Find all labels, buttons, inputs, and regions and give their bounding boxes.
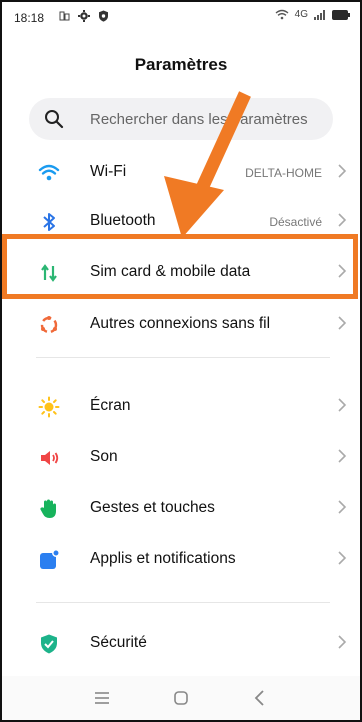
settings-item-label: Applis et notifications (90, 550, 236, 567)
section-divider (36, 357, 330, 358)
settings-item-label: Sécurité (90, 634, 147, 651)
settings-item-label: Son (90, 448, 118, 465)
annotation-arrow (164, 91, 251, 238)
settings-screen: 18:18 4G Paramètres Rechercher dans les … (0, 0, 362, 722)
settings-item-sound[interactable]: Son (2, 435, 360, 479)
chevron-right-icon (338, 500, 347, 514)
settings-item-apps[interactable]: Applis et notifications (2, 537, 360, 581)
chevron-right-icon (338, 551, 347, 565)
gestures-icon (40, 499, 56, 518)
section-divider (36, 602, 330, 603)
apps-notifications-icon (40, 549, 60, 569)
settings-item-security[interactable]: Sécurité (2, 621, 360, 665)
security-icon (41, 634, 57, 654)
settings-item-label: Écran (90, 397, 131, 414)
chevron-right-icon (338, 398, 347, 412)
settings-item-label: Gestes et touches (90, 499, 215, 516)
settings-item-other-connections[interactable]: Autres connexions sans fil (2, 302, 360, 346)
back-icon[interactable] (248, 686, 272, 710)
home-icon[interactable] (169, 686, 193, 710)
brightness-icon (38, 396, 60, 418)
chevron-right-icon (338, 316, 347, 330)
chevron-right-icon (338, 449, 347, 463)
wireless-connections-icon (40, 316, 58, 334)
navigation-bar (2, 676, 360, 720)
chevron-right-icon (338, 635, 347, 649)
settings-item-label: Autres connexions sans fil (90, 315, 271, 332)
sound-icon (41, 451, 59, 465)
settings-item-display[interactable]: Écran (2, 384, 360, 428)
menu-icon[interactable] (90, 686, 114, 710)
settings-item-gestures[interactable]: Gestes et touches (2, 486, 360, 530)
